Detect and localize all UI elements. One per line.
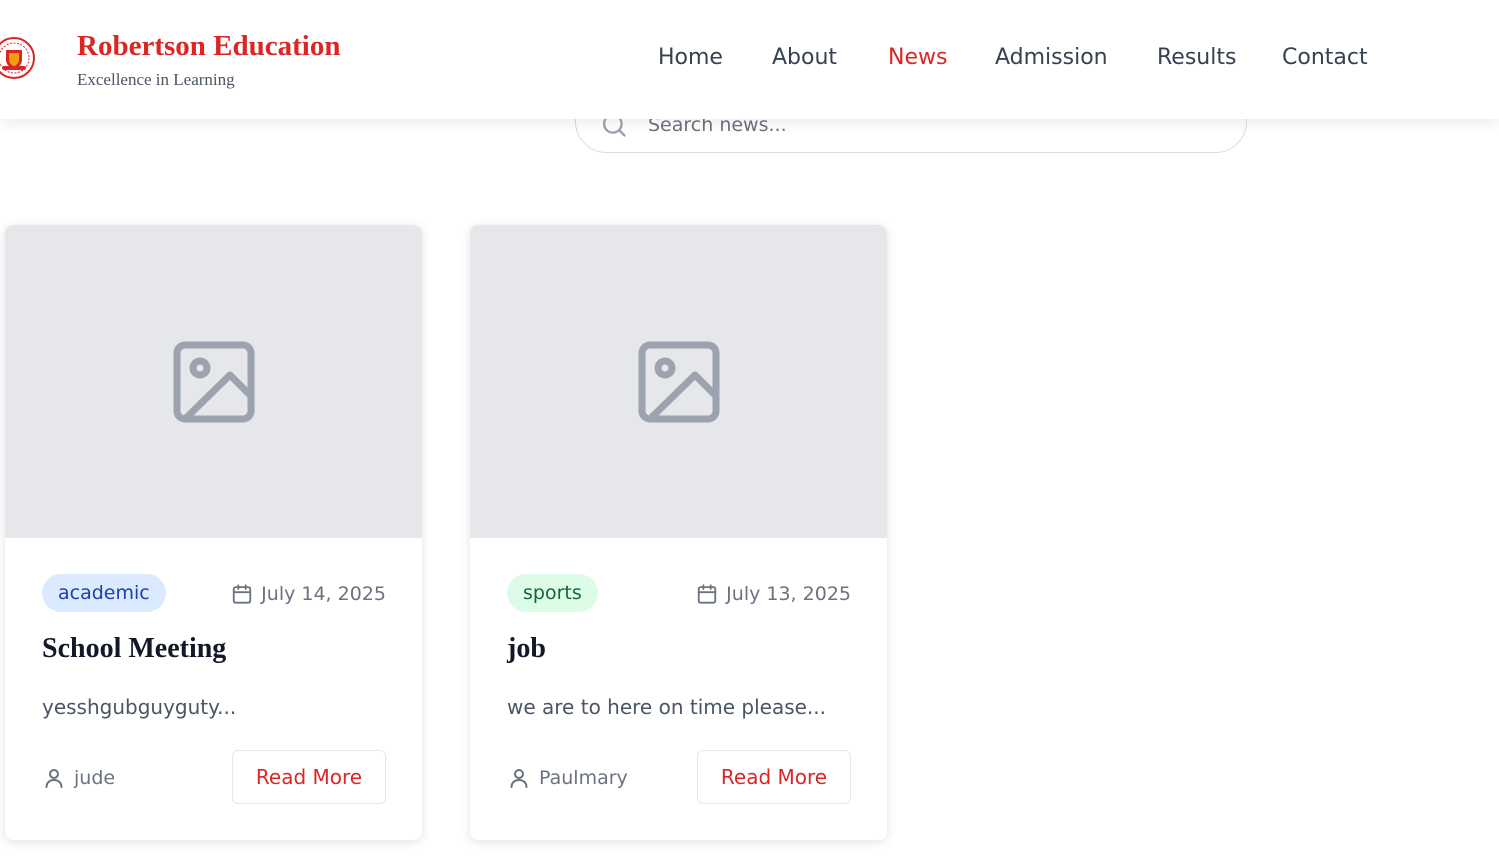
nav-item-news[interactable]: News — [888, 45, 947, 70]
main-nav: Home About News Admission Results Contac… — [0, 45, 1499, 77]
news-excerpt: yesshgubguyguty... — [42, 695, 237, 719]
category-badge: sports — [507, 574, 598, 612]
nav-item-admission[interactable]: Admission — [995, 45, 1108, 70]
nav-item-results[interactable]: Results — [1157, 45, 1236, 70]
category-badge: academic — [42, 574, 166, 612]
user-icon — [45, 769, 63, 788]
news-excerpt: we are to here on time please... — [507, 695, 827, 719]
site-header: Robertson Education Excellence in Learni… — [0, 0, 1499, 119]
read-more-button[interactable]: Read More — [697, 750, 851, 804]
calendar-icon — [698, 584, 717, 604]
news-date-text: July 14, 2025 — [261, 583, 386, 605]
image-icon — [173, 341, 255, 423]
read-more-button[interactable]: Read More — [232, 750, 386, 804]
news-author: Paulmary — [507, 765, 628, 791]
news-card: academic July 14, 2025 School Meeting ye… — [5, 225, 422, 840]
news-image-placeholder — [470, 225, 887, 538]
news-title: job — [507, 633, 546, 664]
news-image-placeholder — [5, 225, 422, 538]
news-author-name: jude — [74, 767, 116, 789]
news-author: jude — [42, 765, 115, 791]
image-icon — [638, 341, 720, 423]
nav-item-home[interactable]: Home — [658, 45, 723, 70]
news-card: sports July 13, 2025 job we are to here … — [470, 225, 887, 840]
news-date: July 13, 2025 — [696, 581, 851, 607]
user-icon — [510, 769, 528, 788]
news-date-text: July 13, 2025 — [726, 583, 851, 605]
news-date: July 14, 2025 — [231, 581, 386, 607]
news-author-name: Paulmary — [539, 767, 628, 789]
nav-item-about[interactable]: About — [772, 45, 837, 70]
nav-item-contact[interactable]: Contact — [1282, 45, 1368, 70]
news-title: School Meeting — [42, 633, 227, 664]
page: Robertson Education Excellence in Learni… — [0, 0, 1499, 856]
calendar-icon — [233, 584, 252, 604]
